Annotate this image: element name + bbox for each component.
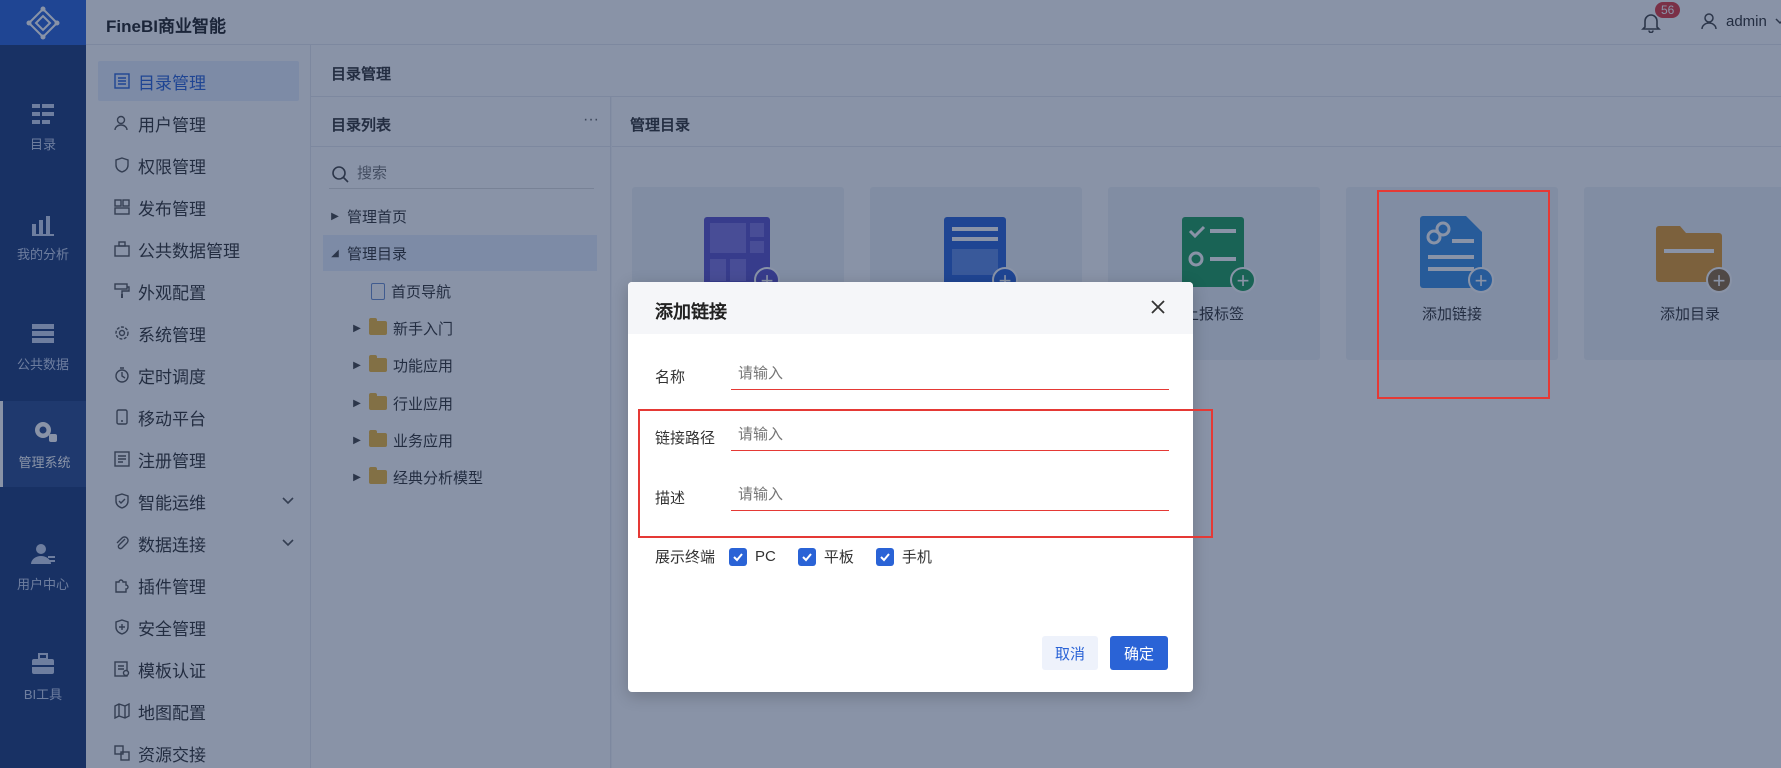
name-input[interactable] [731, 358, 1169, 390]
checkbox-label: 手机 [901, 549, 932, 566]
checkbox-phone[interactable]: 手机 [875, 546, 932, 567]
checkbox-label: PC [755, 548, 776, 565]
highlight-box-fields [638, 409, 1213, 538]
checkbox-tablet[interactable]: 平板 [797, 546, 854, 567]
terminals-label: 展示终端 [655, 549, 716, 566]
checkbox-checked-icon[interactable] [875, 547, 894, 566]
checkbox-pc[interactable]: PC [729, 547, 776, 566]
name-field: 名称 [655, 354, 1169, 394]
checkbox-checked-icon[interactable] [729, 547, 748, 566]
confirm-button[interactable]: 确定 [1110, 636, 1168, 670]
close-icon[interactable] [1149, 298, 1167, 316]
cancel-button[interactable]: 取消 [1042, 636, 1098, 670]
checkbox-label: 平板 [823, 549, 854, 566]
display-terminals: 展示终端 PC 平板 手机 [655, 546, 954, 567]
field-label: 名称 [655, 369, 686, 386]
dialog-header: 添加链接 [628, 282, 1193, 334]
dialog-title: 添加链接 [655, 302, 727, 322]
highlight-box-add-link [1377, 190, 1550, 399]
checkbox-checked-icon[interactable] [797, 547, 816, 566]
